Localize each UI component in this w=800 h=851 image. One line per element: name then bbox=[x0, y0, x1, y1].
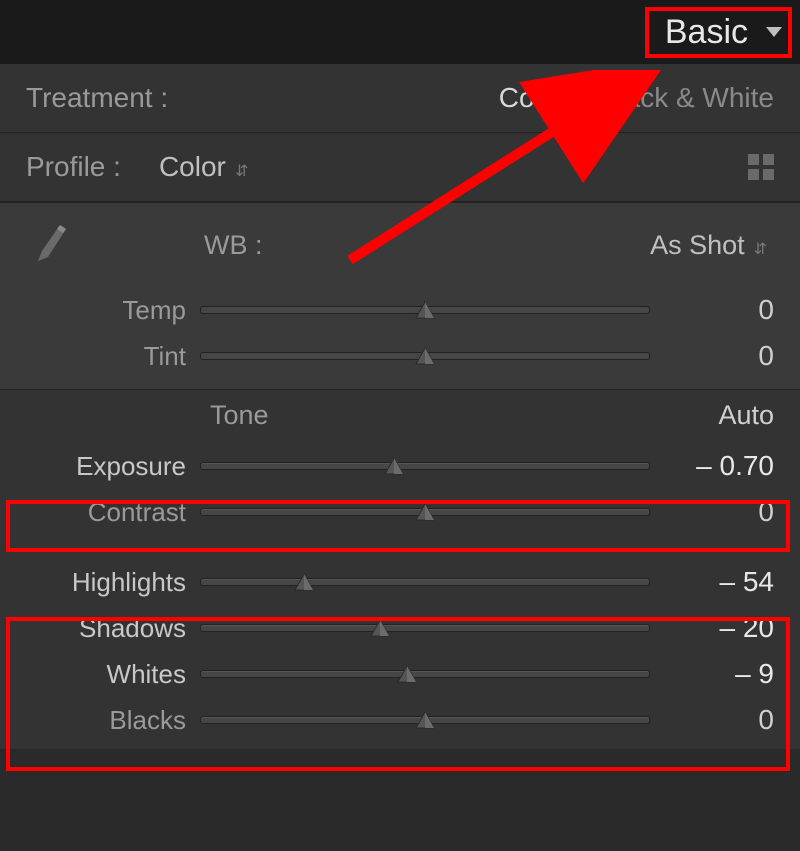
slider-knob-icon[interactable] bbox=[383, 456, 405, 476]
blacks-label: Blacks bbox=[26, 705, 186, 736]
contrast-label: Contrast bbox=[26, 497, 186, 528]
wb-label: WB : bbox=[204, 230, 263, 261]
contrast-slider[interactable] bbox=[200, 505, 650, 519]
whites-slider[interactable] bbox=[200, 667, 650, 681]
highlights-value[interactable]: – 54 bbox=[664, 566, 774, 598]
wb-section: WB : As Shot ⇵ Temp 0 Tint bbox=[0, 202, 800, 390]
tone-label: Tone bbox=[210, 400, 269, 431]
slider-knob-icon[interactable] bbox=[369, 618, 391, 638]
treatment-label: Treatment : bbox=[26, 82, 168, 114]
highlights-label: Highlights bbox=[26, 567, 186, 598]
slider-knob-icon[interactable] bbox=[414, 710, 436, 730]
profile-row: Profile : Color ⇵ bbox=[0, 133, 800, 202]
exposure-contrast-block: Exposure – 0.70 Contrast 0 bbox=[0, 439, 800, 541]
slider-knob-icon[interactable] bbox=[414, 300, 436, 320]
wb-header: WB : As Shot ⇵ bbox=[26, 215, 774, 287]
basic-panel: Basic Treatment : Color Black & White Pr… bbox=[0, 0, 800, 749]
exposure-slider[interactable] bbox=[200, 459, 650, 473]
slider-knob-icon[interactable] bbox=[414, 346, 436, 366]
treatment-color-option[interactable]: Color bbox=[499, 82, 566, 114]
blacks-value[interactable]: 0 bbox=[664, 704, 774, 736]
whites-value[interactable]: – 9 bbox=[664, 658, 774, 690]
profile-dropdown[interactable]: Color ⇵ bbox=[159, 151, 246, 183]
tint-label: Tint bbox=[26, 341, 186, 372]
treatment-bw-option[interactable]: Black & White bbox=[600, 82, 774, 114]
blacks-slider[interactable] bbox=[200, 713, 650, 727]
temp-label: Temp bbox=[26, 295, 186, 326]
temp-slider[interactable] bbox=[200, 303, 650, 317]
tone-auto-button[interactable]: Auto bbox=[718, 400, 774, 431]
treatment-row: Treatment : Color Black & White bbox=[0, 64, 800, 133]
slider-knob-icon[interactable] bbox=[396, 664, 418, 684]
updown-arrows-icon: ⇵ bbox=[752, 241, 764, 258]
updown-arrows-icon: ⇵ bbox=[234, 163, 246, 180]
whites-label: Whites bbox=[26, 659, 186, 690]
wb-preset-dropdown[interactable]: As Shot ⇵ bbox=[650, 230, 764, 261]
tone-detail-block: Highlights – 54 Shadows – 20 Whites bbox=[0, 555, 800, 749]
panel-title-box: Basic bbox=[645, 7, 792, 58]
contrast-value[interactable]: 0 bbox=[664, 496, 774, 528]
tint-slider[interactable] bbox=[200, 349, 650, 363]
exposure-value[interactable]: – 0.70 bbox=[664, 450, 774, 482]
tone-header: Tone Auto bbox=[0, 390, 800, 439]
eyedropper-icon[interactable] bbox=[26, 221, 74, 269]
shadows-slider-row: Shadows – 20 bbox=[26, 605, 774, 651]
panel-title: Basic bbox=[665, 13, 748, 52]
temp-value[interactable]: 0 bbox=[664, 294, 774, 326]
tint-slider-row: Tint 0 bbox=[26, 333, 774, 379]
shadows-label: Shadows bbox=[26, 613, 186, 644]
profile-label: Profile : bbox=[26, 151, 121, 183]
shadows-value[interactable]: – 20 bbox=[664, 612, 774, 644]
highlights-slider[interactable] bbox=[200, 575, 650, 589]
blacks-slider-row: Blacks 0 bbox=[26, 697, 774, 743]
profile-browser-icon[interactable] bbox=[748, 154, 774, 180]
contrast-slider-row: Contrast 0 bbox=[26, 489, 774, 535]
tint-value[interactable]: 0 bbox=[664, 340, 774, 372]
slider-knob-icon[interactable] bbox=[414, 502, 436, 522]
whites-slider-row: Whites – 9 bbox=[26, 651, 774, 697]
shadows-slider[interactable] bbox=[200, 621, 650, 635]
highlights-slider-row: Highlights – 54 bbox=[26, 559, 774, 605]
panel-header[interactable]: Basic bbox=[0, 0, 800, 64]
slider-knob-icon[interactable] bbox=[293, 572, 315, 592]
exposure-label: Exposure bbox=[26, 451, 186, 482]
exposure-slider-row: Exposure – 0.70 bbox=[26, 443, 774, 489]
disclosure-triangle-icon[interactable] bbox=[766, 27, 782, 37]
temp-slider-row: Temp 0 bbox=[26, 287, 774, 333]
